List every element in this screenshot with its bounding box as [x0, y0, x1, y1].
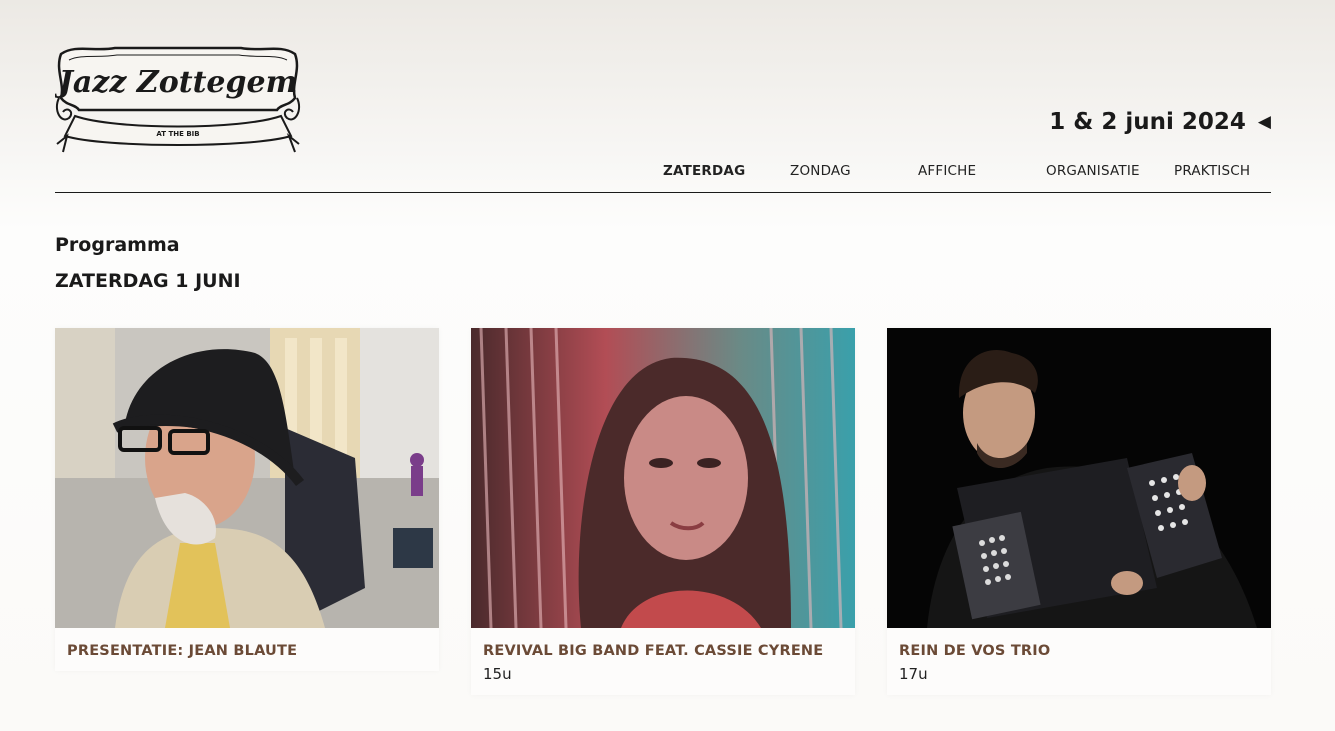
- section-title: Programma: [55, 234, 180, 256]
- day-title: ZATERDAG 1 JUNI: [55, 270, 241, 292]
- program-card[interactable]: REVIVAL BIG BAND FEAT. CASSIE CYRENE 15u: [471, 328, 855, 695]
- event-date: 1 & 2 juni 2024 ◀: [1049, 109, 1271, 135]
- program-card[interactable]: PRESENTATIE: JEAN BLAUTE: [55, 328, 439, 671]
- svg-text:AT THE BIB: AT THE BIB: [156, 130, 199, 138]
- accordion-player-photo: [887, 328, 1271, 628]
- card-info: REIN DE VOS TRIO 17u: [887, 628, 1271, 695]
- nav-item-zondag[interactable]: ZONDAG: [790, 163, 851, 179]
- program-card[interactable]: REIN DE VOS TRIO 17u: [887, 328, 1271, 695]
- nav-item-organisatie[interactable]: ORGANISATIE: [1046, 163, 1140, 179]
- svg-text:Jazz Zottegem: Jazz Zottegem: [55, 65, 297, 100]
- card-info: REVIVAL BIG BAND FEAT. CASSIE CYRENE 15u: [471, 628, 855, 695]
- triangle-left-icon[interactable]: ◀: [1258, 113, 1271, 131]
- main-navigation: ZATERDAG ZONDAG AFFICHE ORGANISATIE PRAK…: [55, 163, 1271, 183]
- act-time: 15u: [483, 665, 512, 683]
- act-title[interactable]: REIN DE VOS TRIO: [899, 643, 1259, 659]
- card-info: PRESENTATIE: JEAN BLAUTE: [55, 628, 439, 671]
- event-date-text: 1 & 2 juni 2024: [1049, 109, 1246, 135]
- act-time: 17u: [899, 665, 928, 683]
- site-header: Jazz Zottegem AT THE BIB 1 & 2 juni 2024…: [55, 0, 1271, 193]
- nav-item-affiche[interactable]: AFFICHE: [918, 163, 976, 179]
- nav-item-praktisch[interactable]: PRAKTISCH: [1174, 163, 1250, 179]
- nav-item-zaterdag[interactable]: ZATERDAG: [663, 163, 745, 179]
- logo-graphic: Jazz Zottegem AT THE BIB: [55, 46, 301, 153]
- act-title[interactable]: PRESENTATIE: JEAN BLAUTE: [67, 643, 427, 659]
- singer-in-pink-light-photo: [471, 328, 855, 628]
- man-with-black-hat-photo: [55, 328, 439, 628]
- jazz-zottegem-logo[interactable]: Jazz Zottegem AT THE BIB: [55, 40, 301, 154]
- act-title[interactable]: REVIVAL BIG BAND FEAT. CASSIE CYRENE: [483, 643, 843, 659]
